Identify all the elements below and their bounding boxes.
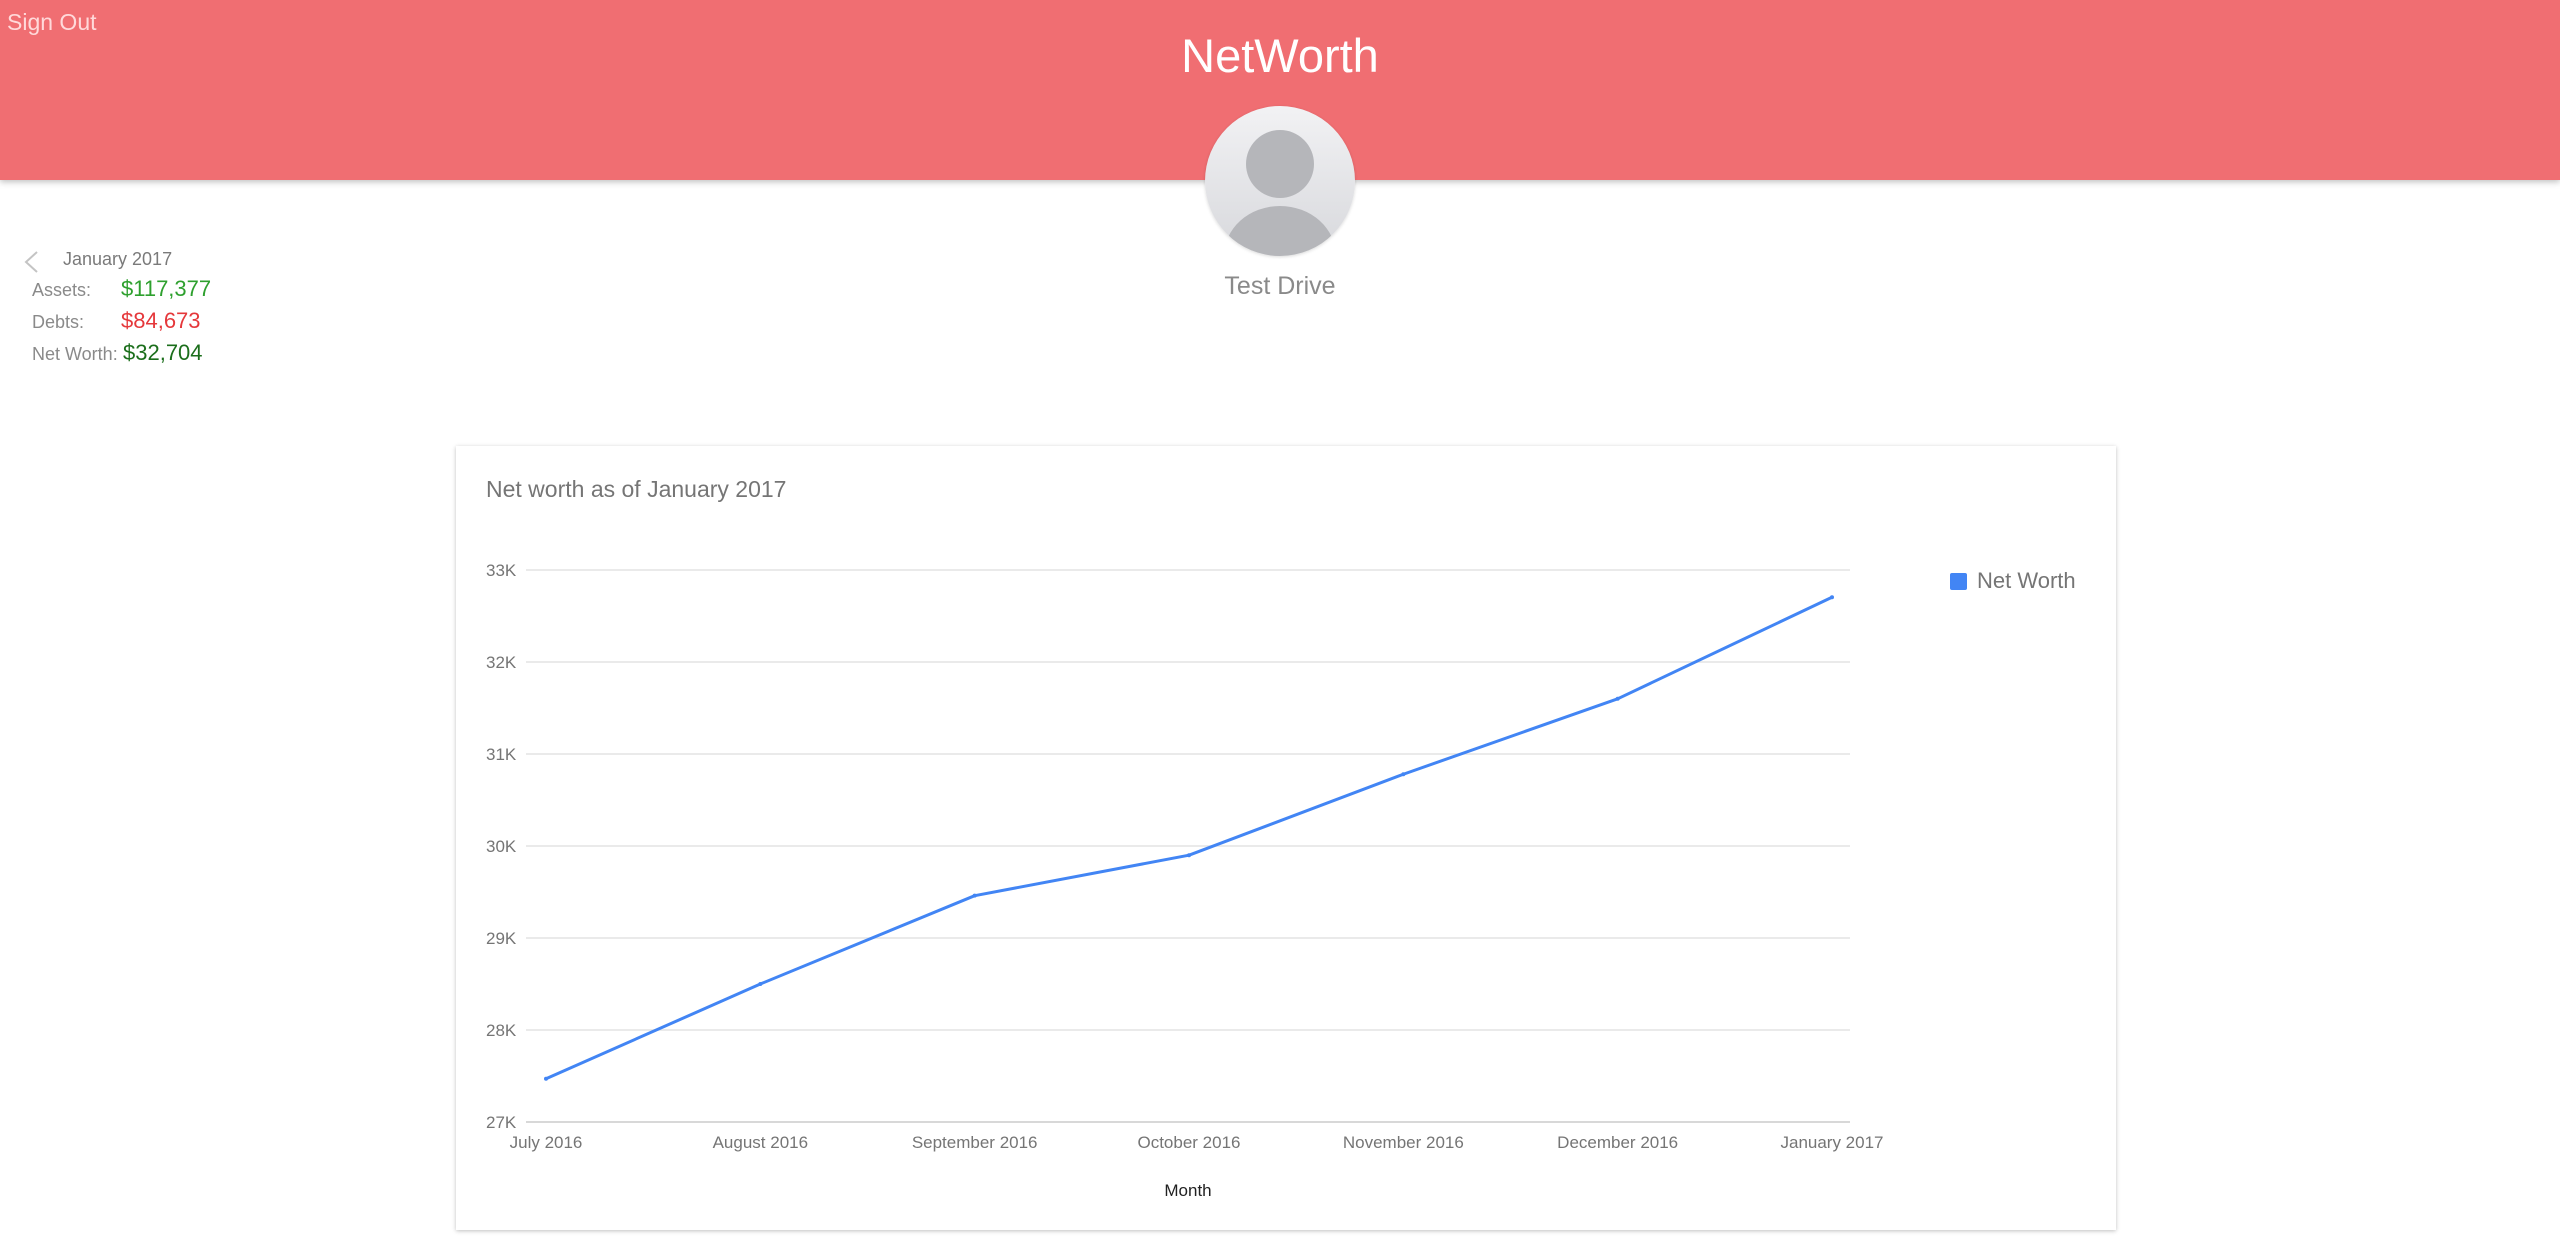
- debts-value: $84,673: [121, 308, 201, 333]
- user-avatar-placeholder-icon[interactable]: [1205, 106, 1355, 256]
- y-tick-label: 33K: [486, 561, 517, 580]
- data-point: [1187, 853, 1191, 858]
- app-title: NetWorth: [1181, 29, 1379, 82]
- x-tick-label: November 2016: [1343, 1133, 1464, 1152]
- net-worth-line-chart: 27K 28K 29K 30K 31K 32K 33K July 2016 August 201…: [486, 561, 1884, 1200]
- y-tick-label: 27K: [486, 1113, 517, 1132]
- x-tick-label: August 2016: [713, 1133, 808, 1152]
- y-tick-label: 29K: [486, 929, 517, 948]
- data-point: [1401, 772, 1406, 777]
- x-tick-label: September 2016: [912, 1133, 1038, 1152]
- x-tick-label: July 2016: [510, 1133, 583, 1152]
- y-tick-label: 30K: [486, 837, 517, 856]
- x-tick-label: January 2017: [1780, 1133, 1883, 1152]
- data-point: [758, 982, 763, 986]
- y-tick-label: 32K: [486, 653, 517, 672]
- x-tick-label: October 2016: [1137, 1133, 1240, 1152]
- y-tick-label: 31K: [486, 745, 517, 764]
- y-tick-label: 28K: [486, 1021, 517, 1040]
- x-tick-label: December 2016: [1557, 1133, 1678, 1152]
- net-worth-chart-card: Net worth as of January 2017 27K 28K 29K 30…: [456, 446, 2116, 1230]
- net-worth-row: Net Worth: $32,704: [32, 340, 203, 366]
- data-point: [972, 893, 977, 898]
- x-axis-title: Month: [1164, 1181, 1211, 1200]
- user-name: Test Drive: [1224, 272, 1336, 300]
- debts-row: Debts: $84,673: [32, 308, 201, 334]
- assets-row: Assets: $117,377: [32, 276, 211, 302]
- period-label: January 2017: [63, 249, 173, 269]
- series-line-net-worth: [545, 595, 1833, 1081]
- chevron-left-icon[interactable]: [22, 250, 42, 274]
- assets-label: Assets:: [32, 280, 92, 300]
- legend-swatch: [1950, 572, 1967, 590]
- net-worth-label: Net Worth:: [32, 344, 118, 364]
- data-point: [1615, 696, 1620, 701]
- chart-legend: Net Worth: [1950, 568, 2076, 594]
- data-point: [544, 1076, 548, 1081]
- debts-label: Debts:: [32, 312, 85, 332]
- net-worth-value: $32,704: [123, 340, 203, 365]
- legend-label: Net Worth: [1977, 568, 2076, 593]
- assets-value: $117,377: [121, 276, 212, 301]
- data-point: [1830, 595, 1834, 600]
